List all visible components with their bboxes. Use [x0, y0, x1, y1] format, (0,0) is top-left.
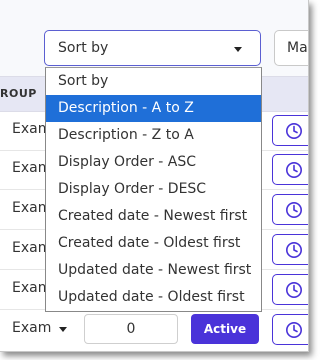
row-type-select[interactable]: Exam — [12, 320, 51, 336]
sort-option-description-desc[interactable]: Description - Z to A — [46, 122, 261, 149]
caret-down-icon — [234, 47, 242, 52]
table-row: Exam 0 Active — [0, 310, 308, 349]
schedule-button[interactable] — [272, 314, 308, 345]
clock-icon — [286, 282, 302, 298]
secondary-select-value: Ma — [287, 40, 308, 56]
schedule-button[interactable] — [272, 274, 308, 305]
clock-icon — [286, 123, 302, 139]
status-active-button[interactable]: Active — [191, 314, 259, 344]
sort-option-updated-oldest[interactable]: Updated date - Oldest first — [46, 284, 261, 311]
sort-by-select[interactable]: Sort by — [44, 30, 261, 66]
sort-option-default[interactable]: Sort by — [46, 68, 261, 95]
column-header-group: ROUP — [0, 87, 37, 100]
sort-option-description-asc[interactable]: Description - A to Z — [46, 95, 261, 122]
clock-icon — [286, 162, 302, 178]
sort-option-created-oldest[interactable]: Created date - Oldest first — [46, 230, 261, 257]
clock-icon — [286, 202, 302, 218]
sort-option-created-newest[interactable]: Created date - Newest first — [46, 203, 261, 230]
sort-by-dropdown-list: Sort by Description - A to Z Description… — [45, 67, 262, 312]
caret-down-icon — [59, 327, 67, 332]
sort-option-display-order-desc[interactable]: Display Order - DESC — [46, 176, 261, 203]
sort-option-display-order-asc[interactable]: Display Order - ASC — [46, 149, 261, 176]
page-panel: Sort by Ma ROUP Exam Exam Exam Exam Exam… — [0, 0, 309, 352]
display-order-input[interactable]: 0 — [84, 314, 178, 344]
schedule-button[interactable] — [272, 154, 308, 185]
schedule-button[interactable] — [272, 115, 308, 146]
schedule-button[interactable] — [272, 194, 308, 225]
schedule-button[interactable] — [272, 234, 308, 265]
toolbar: Sort by Ma — [0, 0, 308, 76]
sort-option-updated-newest[interactable]: Updated date - Newest first — [46, 257, 261, 284]
secondary-select[interactable]: Ma — [274, 30, 308, 66]
sort-by-select-value: Sort by — [58, 40, 109, 56]
clock-icon — [286, 242, 302, 258]
clock-icon — [286, 322, 302, 338]
